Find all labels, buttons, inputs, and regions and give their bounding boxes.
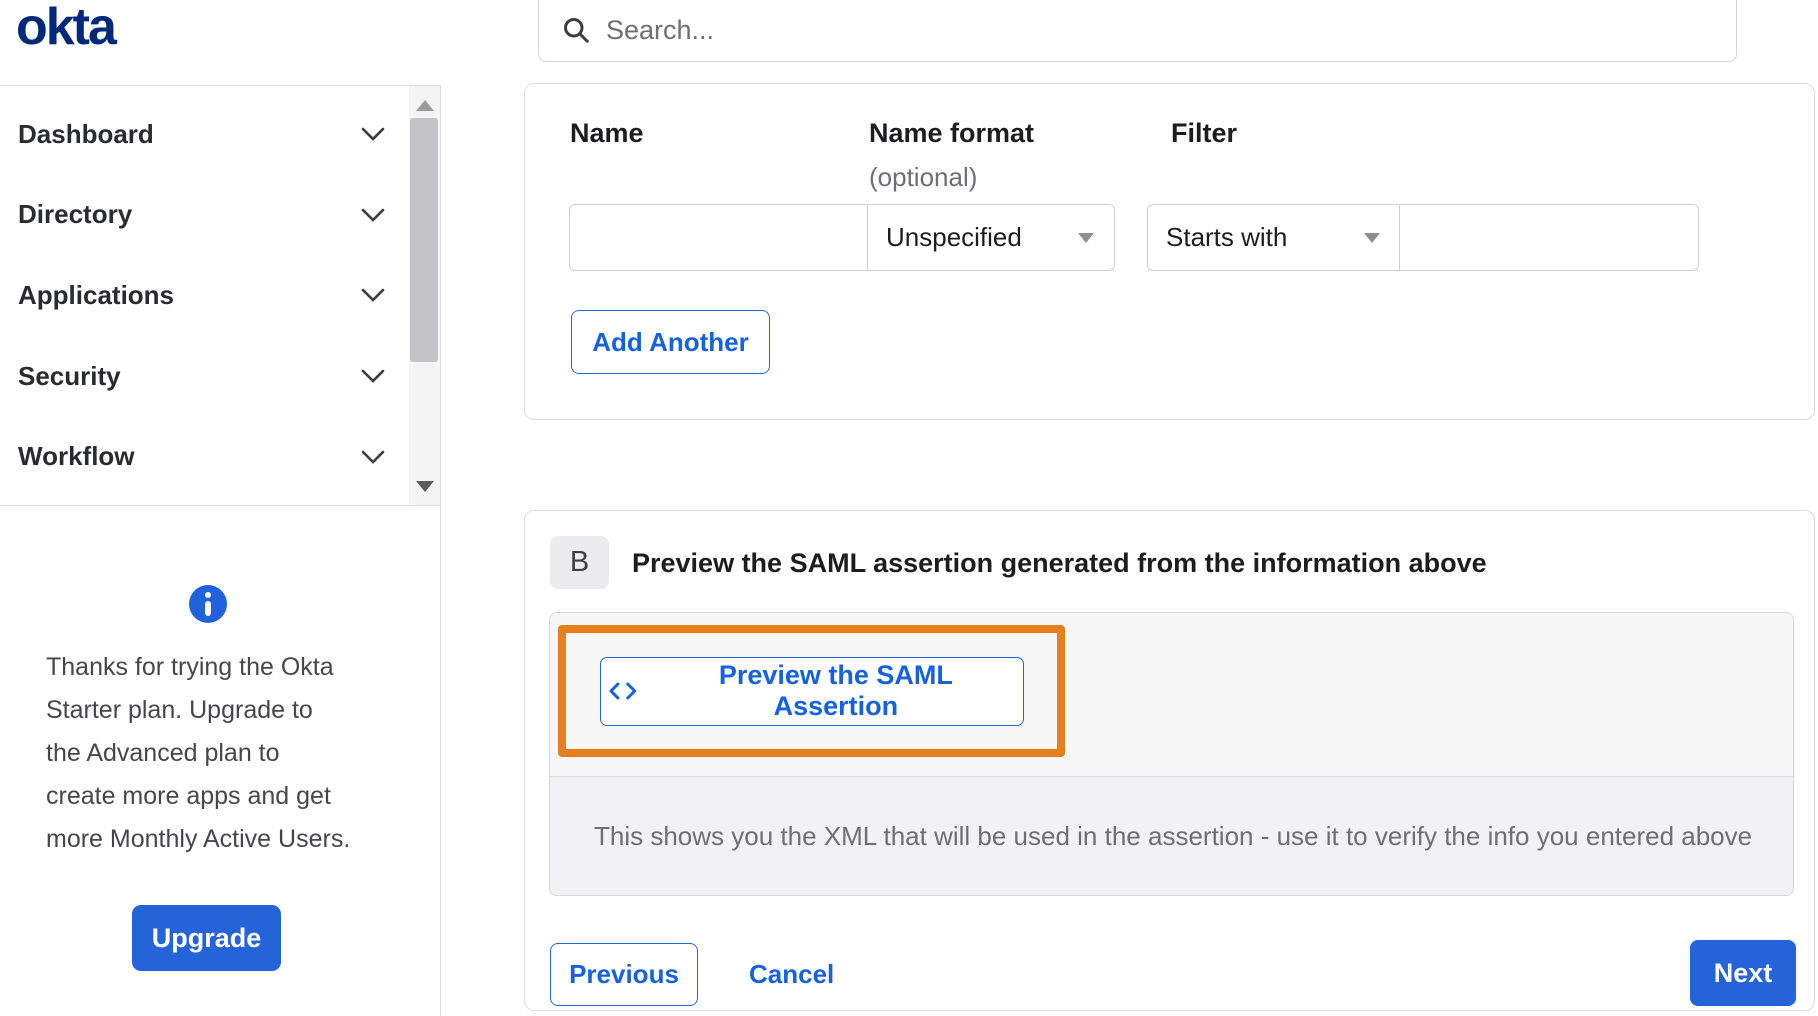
preview-button-label: Preview the SAML Assertion bbox=[718, 660, 953, 721]
chevron-down-icon bbox=[361, 208, 385, 222]
okta-admin-screen: okta Dashboard Directory Applications Se… bbox=[0, 0, 1818, 1016]
section-b-badge: B bbox=[550, 536, 609, 589]
sidebar-scrollbar[interactable] bbox=[409, 86, 440, 505]
upgrade-panel: Thanks for trying the Okta Starter plan.… bbox=[0, 506, 440, 1016]
next-button[interactable]: Next bbox=[1690, 940, 1796, 1006]
filter-value-input[interactable] bbox=[1399, 204, 1699, 271]
name-format-column-label: Name format bbox=[869, 118, 1035, 148]
name-format-selected-value: Unspecified bbox=[886, 222, 1022, 252]
code-icon bbox=[608, 682, 636, 700]
name-format-optional-label: (optional) bbox=[869, 162, 978, 192]
sidebar-item-security[interactable]: Security bbox=[0, 361, 409, 392]
sidebar-item-label: Security bbox=[18, 360, 121, 391]
scroll-up-arrow-icon[interactable] bbox=[409, 92, 440, 118]
search-bar[interactable] bbox=[538, 0, 1737, 62]
previous-button[interactable]: Previous bbox=[550, 943, 698, 1006]
name-format-dropdown[interactable]: Unspecified bbox=[867, 204, 1115, 271]
preview-description-area: This shows you the XML that will be used… bbox=[550, 777, 1793, 895]
chevron-down-icon bbox=[361, 127, 385, 142]
preview-saml-assertion-button[interactable]: Preview the SAML Assertion bbox=[599, 656, 1024, 726]
upgrade-button[interactable]: Upgrade bbox=[132, 905, 281, 971]
sidebar-item-workflow[interactable]: Workflow bbox=[0, 441, 409, 472]
attribute-name-input[interactable] bbox=[569, 204, 869, 271]
preview-saml-card: B Preview the SAML assertion generated f… bbox=[524, 510, 1815, 1011]
sidebar-item-directory[interactable]: Directory bbox=[0, 199, 409, 230]
search-input[interactable] bbox=[606, 14, 1736, 46]
attribute-statements-card: Name Name format (optional) Filter Unspe… bbox=[524, 83, 1815, 420]
caret-down-icon bbox=[1364, 232, 1380, 243]
preview-description: This shows you the XML that will be used… bbox=[594, 820, 1753, 851]
sidebar-item-applications[interactable]: Applications bbox=[0, 280, 409, 311]
highlight-annotation-box: Preview the SAML Assertion bbox=[558, 625, 1065, 757]
preview-panel: Preview the SAML Assertion This shows yo… bbox=[549, 612, 1794, 896]
sidebar-item-label: Directory bbox=[18, 199, 133, 230]
info-icon bbox=[189, 585, 227, 623]
sidebar-item-dashboard[interactable]: Dashboard bbox=[0, 119, 409, 150]
filter-column-label: Filter bbox=[1171, 118, 1238, 148]
chevron-down-icon bbox=[361, 289, 385, 303]
sidebar-item-label: Applications bbox=[18, 279, 175, 310]
chevron-down-icon bbox=[361, 450, 385, 464]
filter-type-selected-value: Starts with bbox=[1166, 222, 1288, 252]
cancel-link[interactable]: Cancel bbox=[749, 943, 834, 1006]
name-column-label: Name bbox=[570, 118, 644, 148]
section-title: Preview the SAML assertion generated fro… bbox=[632, 548, 1487, 578]
sidebar-item-label: Dashboard bbox=[18, 118, 154, 149]
chevron-down-icon bbox=[361, 369, 385, 383]
sidebar-main-divider bbox=[440, 85, 441, 1016]
add-another-button[interactable]: Add Another bbox=[571, 310, 770, 374]
sidebar-nav: Dashboard Directory Applications Securit… bbox=[0, 85, 440, 506]
okta-logo[interactable]: okta bbox=[16, 0, 117, 58]
upgrade-message: Thanks for trying the Okta Starter plan.… bbox=[46, 653, 351, 853]
filter-type-dropdown[interactable]: Starts with bbox=[1147, 204, 1401, 271]
caret-down-icon bbox=[1078, 232, 1094, 243]
search-icon bbox=[563, 17, 589, 43]
preview-button-area: Preview the SAML Assertion bbox=[550, 613, 1793, 777]
scrollbar-thumb[interactable] bbox=[410, 118, 438, 362]
sidebar-item-label: Workflow bbox=[18, 441, 135, 472]
scroll-down-arrow-icon[interactable] bbox=[409, 473, 440, 499]
